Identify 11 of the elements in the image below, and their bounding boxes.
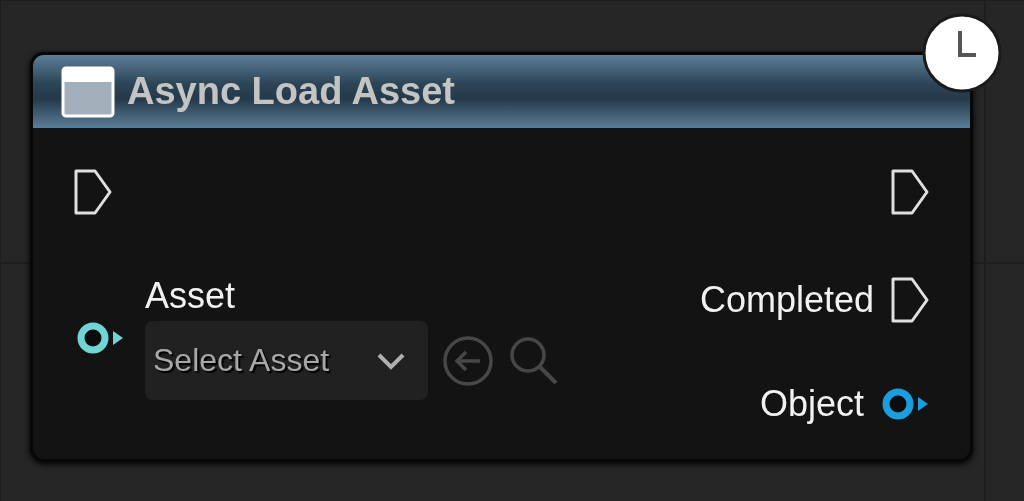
exec-pin-icon[interactable] xyxy=(890,276,930,324)
pin-label: Object xyxy=(759,383,864,425)
asset-dropdown[interactable]: Select Asset xyxy=(145,321,428,400)
pin-label: Completed xyxy=(699,279,874,321)
node-title: Async Load Asset xyxy=(127,70,456,113)
exec-pin-icon[interactable] xyxy=(890,168,930,216)
window-icon xyxy=(61,65,115,118)
exec-pin-icon[interactable] xyxy=(73,168,113,216)
pin-label: Asset xyxy=(145,275,237,318)
object-pin-icon[interactable] xyxy=(880,387,930,421)
object-pin-icon[interactable] xyxy=(75,321,125,355)
